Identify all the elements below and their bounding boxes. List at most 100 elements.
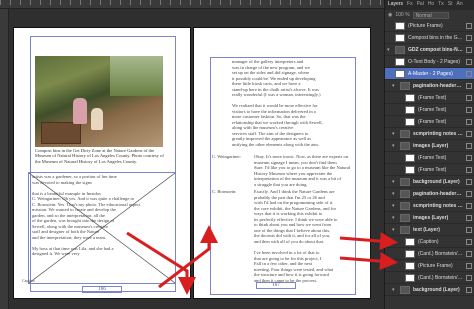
left-page[interactable]: Compost bins in the Get Dirty Zone at th… <box>13 27 191 299</box>
right-folio[interactable]: 167 <box>256 282 296 289</box>
panel-tab[interactable]: Ho <box>428 1 434 9</box>
layer-row[interactable]: A-Master - 2 Pages) <box>385 68 474 80</box>
photo-compost-bin <box>41 122 81 144</box>
photo-child <box>91 108 103 130</box>
layer-label: (Picture Frame) <box>408 22 443 29</box>
visibility-checkbox[interactable] <box>466 58 472 65</box>
layer-row[interactable]: (Picture Frame) <box>385 20 474 32</box>
layer-row[interactable]: (Frame Text) <box>385 92 474 104</box>
layer-row[interactable]: (Caption) <box>385 236 474 248</box>
visibility-checkbox[interactable] <box>466 226 472 233</box>
compost-bins-photo[interactable] <box>35 56 163 147</box>
disclosure-arrow-icon[interactable]: ▾ <box>392 215 397 221</box>
layer-label: (Frame Text) <box>418 94 447 101</box>
ruler-tick <box>340 0 341 5</box>
ruler-tick <box>320 0 321 5</box>
visibility-checkbox[interactable] <box>466 166 472 173</box>
layer-row[interactable]: (Picture Frame) <box>385 260 474 272</box>
visibility-checkbox[interactable] <box>466 142 472 149</box>
layer-row[interactable]: O-Text Body - 2 Pages) <box>385 56 474 68</box>
layer-row[interactable]: ▾ background (Layer) <box>385 284 474 296</box>
visibility-checkbox[interactable] <box>466 286 472 293</box>
visibility-checkbox[interactable] <box>466 238 472 245</box>
ruler-tick <box>70 0 71 5</box>
visibility-checkbox[interactable] <box>466 106 472 113</box>
visibility-checkbox[interactable] <box>466 22 472 29</box>
visibility-checkbox[interactable] <box>466 94 472 101</box>
layer-label: background (Layer) <box>413 286 460 293</box>
text-line: designed it. We were very <box>32 251 80 256</box>
right-speaker1-text[interactable]: Okay. It's more ironic. Now, as there ar… <box>254 154 354 188</box>
layer-row[interactable]: ▾ images (Layer) <box>385 212 474 224</box>
layer-controls: ◉ 100 % Normal <box>385 10 474 20</box>
vertical-ruler[interactable] <box>0 9 9 309</box>
disclosure-arrow-icon[interactable]: ▾ <box>392 179 397 185</box>
right-bottom-text[interactable]: I've been involved in a lot of that to th… <box>254 250 354 286</box>
disclosure-arrow-icon[interactable]: ▾ <box>392 191 397 197</box>
layer-row[interactable]: ▾ pagination-header-foote <box>385 188 474 200</box>
layer-row[interactable]: (Frame Text) <box>385 164 474 176</box>
layer-thumbnail <box>405 117 415 126</box>
layer-row[interactable]: ▾ text (Layer) <box>385 224 474 236</box>
panel-tab[interactable]: Fx <box>407 1 413 9</box>
eye-icon[interactable]: ◉ <box>388 12 392 18</box>
layer-label: (Frame Text) <box>418 106 447 113</box>
visibility-checkbox[interactable] <box>466 202 472 209</box>
ruler-tick <box>150 0 151 5</box>
disclosure-arrow-icon[interactable]: ▾ <box>392 143 397 149</box>
panel-tab[interactable]: Tx <box>438 1 444 9</box>
disclosure-arrow-icon[interactable]: ▾ <box>392 83 397 89</box>
layer-label: pagination-header-foote <box>413 82 463 89</box>
panel-tab[interactable]: St <box>448 1 453 9</box>
layer-row[interactable]: Compost bins in the Get D <box>385 32 474 44</box>
panel-tab[interactable]: Layers <box>388 1 403 9</box>
visibility-checkbox[interactable] <box>466 250 472 257</box>
visibility-checkbox[interactable] <box>466 34 472 41</box>
disclosure-arrow-icon[interactable]: ▾ <box>392 287 397 293</box>
panel-tab[interactable]: An <box>457 1 463 9</box>
visibility-checkbox[interactable] <box>466 178 472 185</box>
layer-row[interactable]: ▾ background (Layer) <box>385 176 474 188</box>
visibility-checkbox[interactable] <box>466 262 472 269</box>
horizontal-ruler[interactable] <box>0 0 384 9</box>
left-body-text[interactable]: artists was a gardener, so a portion of … <box>32 174 172 284</box>
right-top-text[interactable]: manager of the gallery interpreters and w… <box>232 59 350 151</box>
visibility-checkbox[interactable] <box>466 130 472 137</box>
visibility-checkbox[interactable] <box>466 82 472 89</box>
layer-thumbnail <box>395 69 405 78</box>
layer-thumbnail <box>400 81 410 90</box>
layer-row[interactable]: ▾ GDZ compost bins-NHM p <box>385 44 474 56</box>
right-page[interactable]: manager of the gallery interpreters and w… <box>193 27 371 299</box>
panel-tab[interactable]: Pal <box>417 1 424 9</box>
layer-row[interactable]: (Card.) Bornstein/Weig <box>385 248 474 260</box>
visibility-checkbox[interactable] <box>466 190 472 197</box>
opacity-value[interactable]: 100 % <box>395 12 409 18</box>
disclosure-arrow-icon[interactable]: ▾ <box>392 227 397 233</box>
photo-caption[interactable]: Compost bins in the Get Dirty Zone at th… <box>35 148 165 164</box>
speaker-label: C. Bornstein: <box>212 189 237 194</box>
disclosure-arrow-icon[interactable]: ▾ <box>392 131 397 137</box>
layer-row[interactable]: ▾ images (Layer) <box>385 140 474 152</box>
right-speaker2-text[interactable]: Exactly. And I think the Nature Gardens … <box>254 189 354 245</box>
visibility-checkbox[interactable] <box>466 214 472 221</box>
disclosure-arrow-icon[interactable]: ▾ <box>392 203 397 209</box>
layer-row[interactable]: (Card.) Bornstein/Weig <box>385 272 474 284</box>
left-folio[interactable]: 166 <box>82 286 122 293</box>
disclosure-arrow-icon[interactable]: ▾ <box>387 47 392 53</box>
visibility-checkbox[interactable] <box>466 154 472 161</box>
document-canvas[interactable]: Compost bins in the Get Dirty Zone at th… <box>9 9 384 309</box>
layer-thumbnail <box>400 213 410 222</box>
ruler-tick <box>380 0 381 5</box>
layer-row[interactable]: (Frame Text) <box>385 116 474 128</box>
visibility-checkbox[interactable] <box>466 118 472 125</box>
blend-mode-select[interactable]: Normal <box>412 11 449 19</box>
layer-row[interactable]: ▾ pagination-header-foote <box>385 80 474 92</box>
layer-row[interactable]: ▾ scmprinting notes (Layer) <box>385 128 474 140</box>
visibility-checkbox[interactable] <box>466 70 472 77</box>
visibility-checkbox[interactable] <box>466 46 472 53</box>
visibility-checkbox[interactable] <box>466 274 472 281</box>
layer-label: images (Layer) <box>413 214 449 221</box>
layer-row[interactable]: ▾ scmprinting notes (Layer) <box>385 200 474 212</box>
layer-row[interactable]: (Frame Text) <box>385 104 474 116</box>
layer-row[interactable]: (Frame Text) <box>385 152 474 164</box>
